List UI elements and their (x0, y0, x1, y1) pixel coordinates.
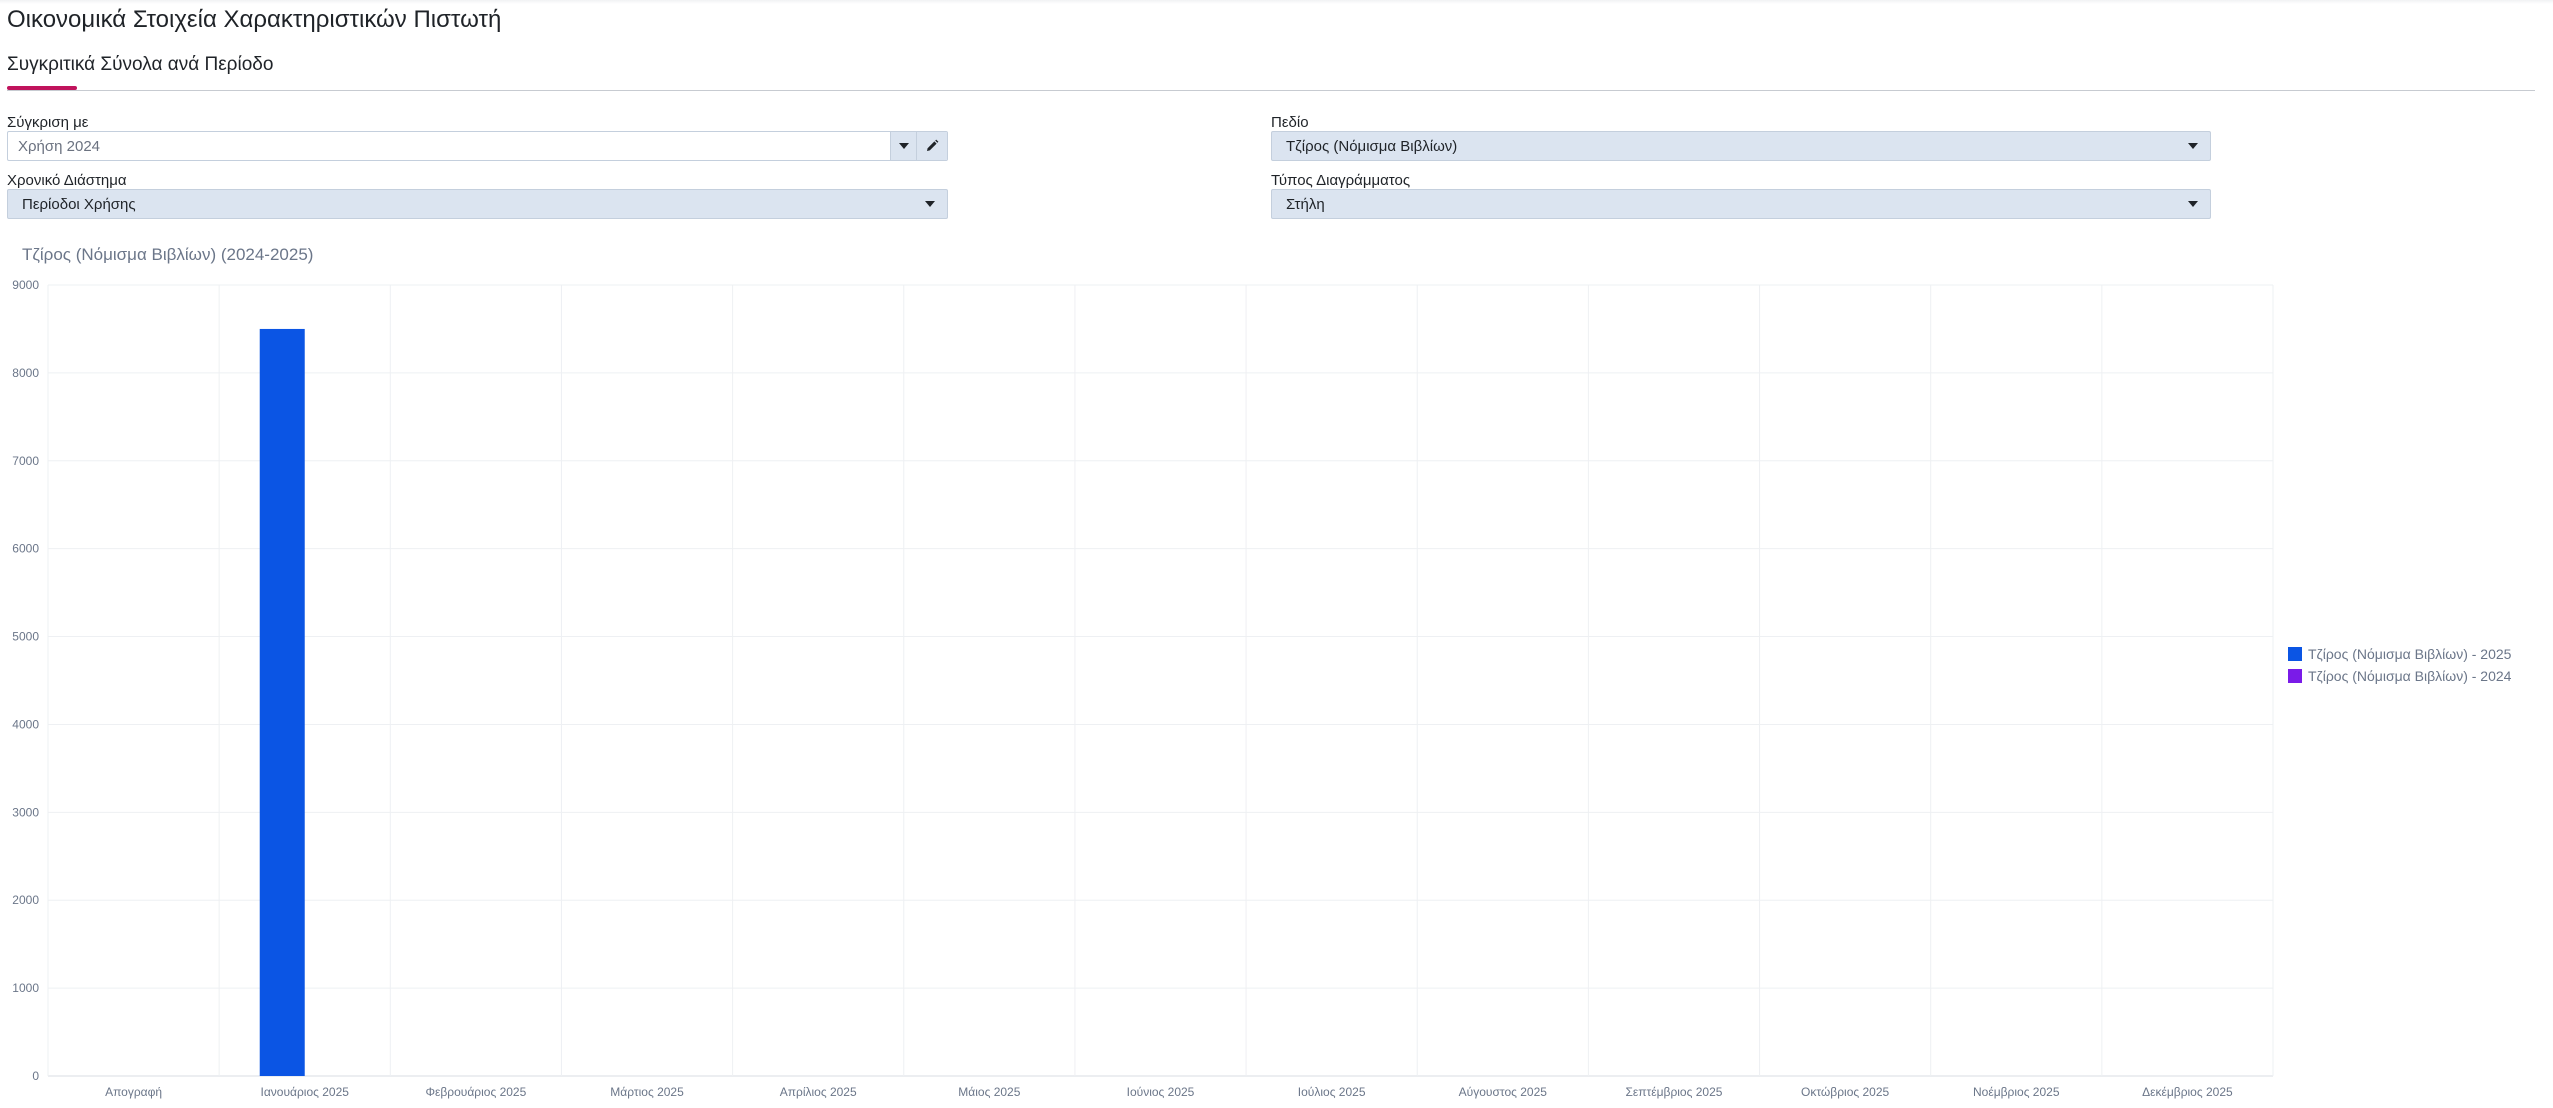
field-select[interactable]: Τζίρος (Νόμισμα Βιβλίων) (1271, 131, 2211, 161)
x-tick-label: Απογραφή (105, 1085, 162, 1099)
chevron-down-icon (2188, 201, 2198, 207)
time-range-value: Περίοδοι Χρήσης (22, 196, 136, 213)
chart-title: Τζίρος (Νόμισμα Βιβλίων) (2024-2025) (22, 245, 314, 264)
chart-legend: Τζίρος (Νόμισμα Βιβλίων) - 2025 Τζίρος (… (2288, 645, 2538, 689)
chart-type-value: Στήλη (1286, 196, 1325, 213)
bar-chart: 0 1000 2000 3000 4000 5000 6000 7000 8000 9000 Απο… (12, 278, 2274, 1099)
top-shade (0, 0, 2553, 4)
y-tick-label: 9000 (12, 278, 39, 292)
x-tick-label: Μάρτιος 2025 (610, 1085, 684, 1099)
chevron-down-icon (925, 201, 935, 207)
field-value: Τζίρος (Νόμισμα Βιβλίων) (1286, 138, 1458, 155)
compare-dropdown-button[interactable] (890, 132, 917, 160)
y-tick-label: 8000 (12, 366, 39, 380)
compare-combobox[interactable]: Χρήση 2024 (7, 131, 948, 161)
x-tick-label: Ιούλιος 2025 (1298, 1085, 1366, 1099)
tab-bar: Συγκριτικά Σύνολα ανά Περίοδο (7, 54, 2535, 91)
x-tick-label: Σεπτέμβριος 2025 (1625, 1085, 1722, 1099)
x-tick-label: Νοέμβριος 2025 (1973, 1085, 2060, 1099)
time-range-select[interactable]: Περίοδοι Χρήσης (7, 189, 948, 219)
y-tick-label: 5000 (12, 630, 39, 644)
legend-swatch (2288, 647, 2302, 661)
legend-item[interactable]: Τζίρος (Νόμισμα Βιβλίων) - 2025 (2288, 645, 2538, 667)
y-tick-label: 6000 (12, 542, 39, 556)
x-tick-label: Μάιος 2025 (958, 1085, 1020, 1099)
chart-type-select[interactable]: Στήλη (1271, 189, 2211, 219)
legend-item[interactable]: Τζίρος (Νόμισμα Βιβλίων) - 2024 (2288, 667, 2538, 689)
y-tick-label: 3000 (12, 805, 39, 819)
x-tick-label: Αύγουστος 2025 (1459, 1085, 1548, 1099)
legend-label: Τζίρος (Νόμισμα Βιβλίων) - 2024 (2308, 668, 2512, 684)
y-tick-label: 4000 (12, 717, 39, 731)
y-tick-label: 2000 (12, 893, 39, 907)
bar (259, 328, 305, 1076)
y-tick-label: 7000 (12, 454, 39, 468)
x-tick-label: Ιανουάριος 2025 (261, 1085, 350, 1099)
tab-comparative-totals[interactable]: Συγκριτικά Σύνολα ανά Περίοδο (7, 54, 273, 76)
compare-value: Χρήση 2024 (18, 138, 101, 155)
edit-button[interactable] (916, 132, 947, 160)
legend-label: Τζίρος (Νόμισμα Βιβλίων) - 2025 (2308, 646, 2512, 662)
y-tick-label: 0 (32, 1069, 39, 1083)
active-tab-indicator (7, 86, 77, 90)
chevron-down-icon (899, 143, 909, 149)
x-tick-label: Οκτώβριος 2025 (1801, 1085, 1889, 1099)
x-tick-label: Φεβρουάριος 2025 (425, 1085, 526, 1099)
chevron-down-icon (2188, 143, 2198, 149)
x-tick-label: Ιούνιος 2025 (1127, 1085, 1195, 1099)
page-title: Οικονομικά Στοιχεία Χαρακτηριστικών Πιστ… (7, 6, 502, 33)
legend-swatch (2288, 669, 2302, 683)
time-range-label: Χρονικό Διάστημα (7, 172, 127, 189)
x-tick-label: Απρίλιος 2025 (780, 1085, 857, 1099)
y-tick-label: 1000 (12, 981, 39, 995)
pencil-icon (927, 139, 939, 151)
field-label: Πεδίο (1271, 114, 1309, 131)
compare-label: Σύγκριση με (7, 114, 89, 131)
chart-type-label: Τύπος Διαγράμματος (1271, 172, 1411, 189)
x-tick-label: Δεκέμβριος 2025 (2142, 1085, 2233, 1099)
